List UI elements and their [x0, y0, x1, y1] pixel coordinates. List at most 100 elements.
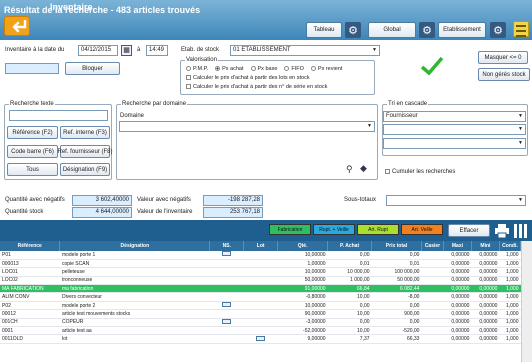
- table-row[interactable]: ALIM CONV Divers convecteur -0,80000 10,00-…: [0, 292, 521, 302]
- cell-reference: 0001: [0, 326, 60, 336]
- cell-qte: -3,00000: [277, 318, 328, 328]
- search-article-input[interactable]: [5, 63, 59, 74]
- tableau-button[interactable]: Tableau: [306, 22, 342, 38]
- cell-lot: [243, 251, 278, 260]
- col-ns[interactable]: NS.: [209, 241, 245, 251]
- col-mini[interactable]: Mini: [471, 241, 500, 251]
- calendar-icon[interactable]: ▦: [121, 45, 132, 56]
- serial-number-icon[interactable]: [222, 251, 232, 257]
- masquer-button[interactable]: Masquer <= 0: [478, 51, 528, 64]
- table-header-row: Référence Désignation NS. Lot Qté. P. Ac…: [0, 241, 522, 251]
- calc-serie-checkbox[interactable]: Calculer le prix d'achat à partir des n°…: [186, 84, 327, 90]
- reference-button[interactable]: Référence (F2): [7, 126, 58, 139]
- cell-designation: Divers convecteur: [59, 292, 210, 302]
- table-row[interactable]: 00012 article test mouvements stocks 90,00…: [0, 309, 521, 319]
- cell-condi: 1,000: [499, 284, 521, 294]
- table-row[interactable]: 0001 article test aa -52,00000 10,00 -520,00…: [0, 326, 521, 336]
- col-casier[interactable]: Casier: [421, 241, 444, 251]
- cell-casier: [421, 334, 444, 344]
- table-scrollbar[interactable]: [521, 241, 532, 362]
- radio-px-revient[interactable]: Px revient: [310, 66, 342, 72]
- col-qte[interactable]: Qté.: [277, 241, 329, 251]
- table-row[interactable]: LOC02 tronconneuse 50,00000 1 000,00 50 000,…: [0, 276, 521, 286]
- checkmark-icon: [420, 56, 444, 76]
- sous-totaux-select[interactable]: ▼: [386, 195, 526, 206]
- code-barre-button[interactable]: Code barre (F6): [7, 145, 58, 158]
- cell-designation: COPEUR: [59, 318, 210, 328]
- columns-icon[interactable]: [513, 223, 529, 239]
- etab-select-value: 01 ETABLISSEMENT: [233, 47, 291, 53]
- cumuler-checkbox[interactable]: Cumuler les recherches: [385, 169, 455, 175]
- legend-art-veille: Art. Veille: [401, 224, 443, 235]
- radio-px-achat[interactable]: Px achat: [215, 66, 244, 72]
- recherche-texte-input[interactable]: [9, 110, 108, 121]
- val-neg-label: Valeur avec négatifs: [137, 197, 191, 203]
- search-icon[interactable]: ⚲: [346, 164, 353, 175]
- radio-icon: [186, 66, 191, 72]
- cell-ns: [209, 292, 244, 302]
- radio-fifo[interactable]: FIFO: [284, 66, 304, 72]
- print-icon[interactable]: [494, 223, 510, 239]
- domaine-select[interactable]: ▼: [119, 121, 375, 132]
- designation-button[interactable]: Désignation (F9): [60, 163, 110, 176]
- cell-designation: modele porte 2: [59, 301, 210, 311]
- col-reference[interactable]: Référence: [0, 241, 61, 251]
- eraser-icon[interactable]: ◆: [360, 163, 367, 174]
- global-button[interactable]: Global: [368, 22, 416, 38]
- tous-button[interactable]: Tous: [7, 163, 58, 176]
- qte-neg-label: Quantité avec négatifs: [5, 197, 65, 203]
- table-row[interactable]: MA FABRICATION ma fabrication 91,00000 66,8…: [0, 284, 521, 294]
- cell-lot: [243, 301, 278, 311]
- cell-prix-total: 900,00: [371, 309, 422, 319]
- time-input[interactable]: 14:49: [146, 45, 168, 56]
- col-maxi[interactable]: Maxi: [443, 241, 472, 251]
- menu-icon[interactable]: [513, 21, 529, 37]
- ref-fournisseur-button[interactable]: Ref. fournisseur (F8): [57, 145, 113, 158]
- valorisation-radios: P.M.P. Px achat Px base FIFO Px revient: [186, 66, 342, 72]
- col-pachat[interactable]: P. Achat: [327, 241, 373, 251]
- table-row[interactable]: 001CH COPEUR -3,00000 0,00 0,00 0,00000 0,0000…: [0, 318, 521, 328]
- calc-serie-label: Calculer le prix d'achat à partir des n°…: [193, 84, 328, 90]
- tableau-gear-icon[interactable]: ⚙: [345, 22, 361, 38]
- table-row[interactable]: 000013 copie SCAN 1,00000 0,01 0,01 0,00000 0,…: [0, 259, 521, 269]
- back-button[interactable]: [4, 16, 30, 36]
- bloquer-button[interactable]: Bloquer: [65, 62, 120, 75]
- cell-condi: 1,000: [499, 251, 521, 260]
- col-lot[interactable]: Lot: [243, 241, 279, 251]
- cell-condi: 1,000: [499, 301, 521, 311]
- val-inv-value: 253 767,18: [203, 207, 263, 218]
- radio-pmp[interactable]: P.M.P.: [186, 66, 208, 72]
- col-prix-total[interactable]: Prix total: [371, 241, 422, 251]
- etab-select[interactable]: 01 ETABLISSEMENT ▼: [230, 45, 380, 56]
- serial-number-icon[interactable]: [222, 302, 232, 308]
- table-row[interactable]: P01 modele porte 1 10,00000 0,00 0,00 0,00000…: [0, 251, 521, 260]
- ref-interne-button[interactable]: Ref. interne (F3): [60, 126, 110, 139]
- serial-number-icon[interactable]: [222, 318, 232, 324]
- recherche-domaine-group: Recherche par domaine: [116, 101, 378, 180]
- etablissement-button[interactable]: Etablissement: [438, 22, 486, 38]
- tri-select-3[interactable]: ▼: [383, 138, 526, 149]
- table-row[interactable]: LOC01 pelleteuse 10,00000 10 000,00 100 000,…: [0, 267, 521, 277]
- cell-mini: 0,00000: [471, 318, 500, 328]
- cell-pachat: 0,00: [327, 251, 372, 260]
- table-row[interactable]: P02 modele porte 2 10,00000 0,00 0,00 0,00000…: [0, 301, 521, 311]
- radio-fifo-label: FIFO: [291, 66, 304, 72]
- cell-lot: [243, 318, 278, 328]
- etablissement-gear-icon[interactable]: ⚙: [490, 22, 506, 38]
- date-input[interactable]: 04/12/2015: [78, 45, 118, 56]
- cell-casier: [421, 301, 444, 311]
- col-designation[interactable]: Désignation: [59, 241, 211, 251]
- effacer-button[interactable]: Effacer: [448, 224, 490, 237]
- global-gear-icon[interactable]: ⚙: [419, 22, 435, 38]
- tri-select-1[interactable]: Fournisseur ▼: [383, 111, 526, 122]
- radio-px-base[interactable]: Px base: [250, 66, 277, 72]
- cell-maxi: 0,00000: [443, 259, 472, 269]
- col-condi[interactable]: Condi.: [499, 241, 522, 251]
- checkbox-icon: [186, 84, 191, 90]
- lot-icon[interactable]: [256, 335, 266, 341]
- tri-select-2[interactable]: ▼: [383, 124, 526, 135]
- radio-px-achat-label: Px achat: [222, 66, 244, 72]
- table-row[interactable]: 0011OLD lot 9,00000 7,37 66,33 0,00000 0,00000…: [0, 334, 521, 344]
- non-geres-button[interactable]: Non gérés stock: [478, 68, 530, 81]
- calc-lots-checkbox[interactable]: Calculer le prix d'achat à partir des lo…: [186, 75, 310, 81]
